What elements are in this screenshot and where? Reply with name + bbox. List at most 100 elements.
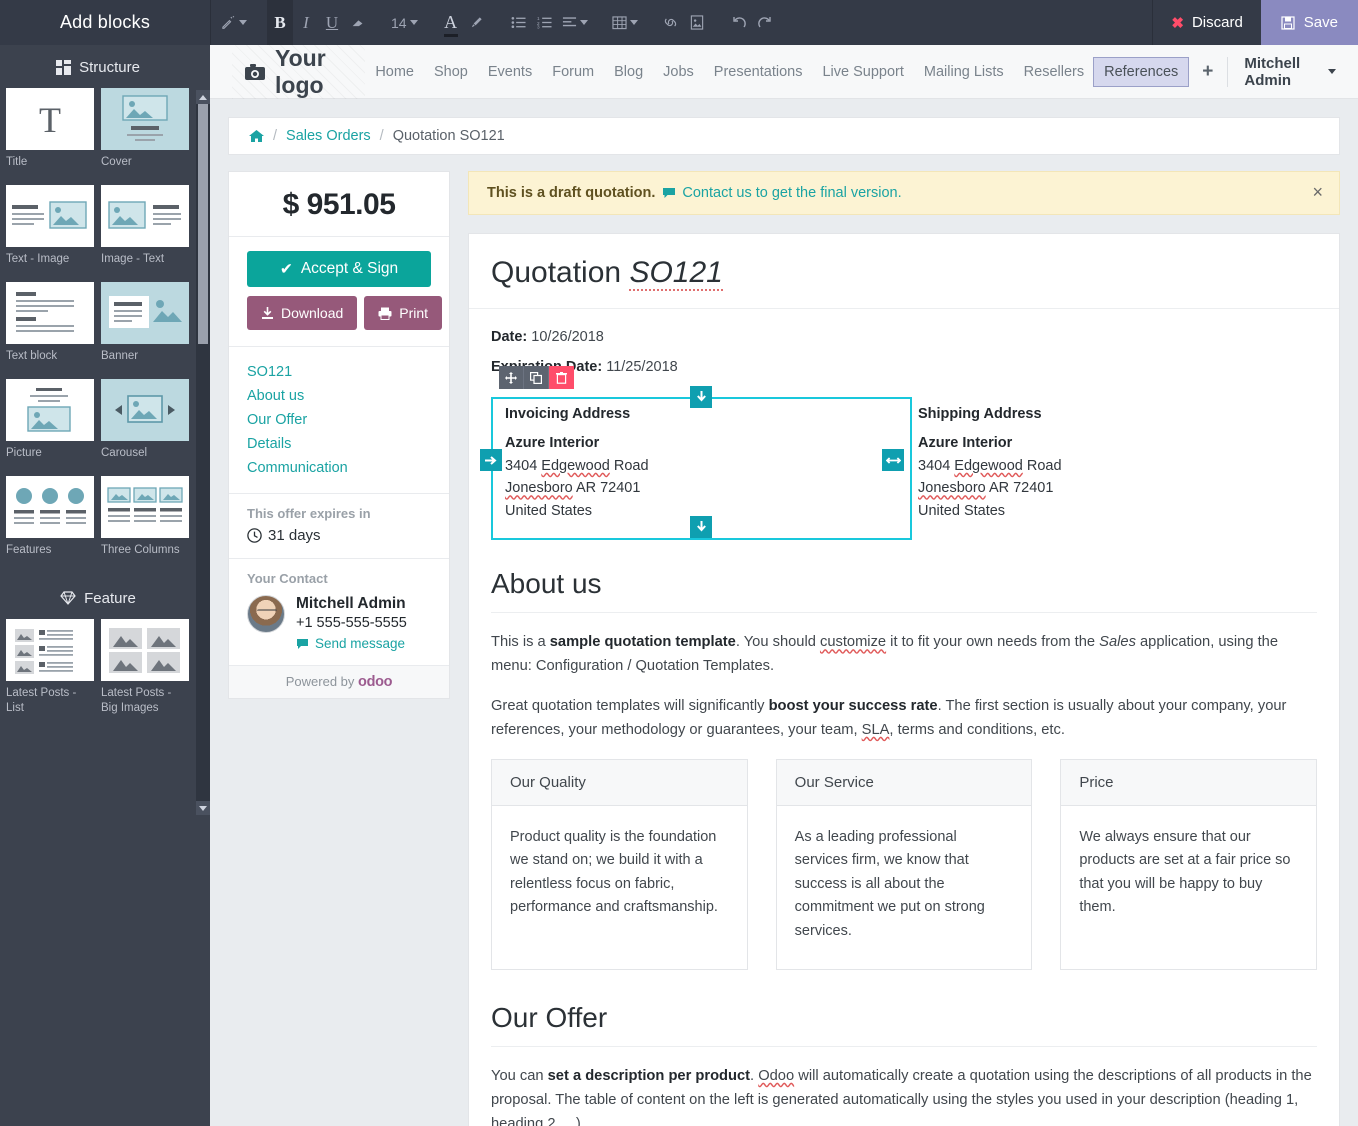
send-message-button[interactable]: Send message [296, 636, 407, 651]
bold-button[interactable]: B [267, 0, 293, 45]
nav-item-blog[interactable]: Blog [604, 58, 653, 86]
block-title[interactable]: T Title [6, 88, 94, 170]
image-icon[interactable] [684, 0, 710, 45]
feature-cards: Our Quality Product quality is the found… [491, 759, 1317, 970]
nav-item-resellers[interactable]: Resellers [1014, 58, 1094, 86]
shipping-country: United States [918, 500, 1305, 522]
block-thumbnail [101, 619, 189, 681]
block-cover[interactable]: Cover [101, 88, 189, 170]
shipping-street: 3404 Edgewood Road [918, 455, 1305, 477]
nav-item-live-support[interactable]: Live Support [812, 58, 913, 86]
add-page-button[interactable]: + [1188, 61, 1227, 83]
add-blocks-panel: Structure T Title Cover [0, 45, 210, 1126]
toc-item-details[interactable]: Details [247, 432, 431, 456]
block-picture[interactable]: Picture [6, 379, 94, 461]
quotation-body: Date: 10/26/2018 Expiration Date: 11/25/… [469, 309, 1339, 1126]
order-sidebar: $ 951.05 ✔ Accept & Sign Download [228, 171, 450, 1126]
block-thumbnail [6, 185, 94, 247]
block-features[interactable]: Features [6, 476, 94, 558]
save-button[interactable]: Save [1261, 0, 1358, 45]
site-logo[interactable]: Your logo [232, 45, 365, 99]
editor-top-bar: Add blocks B I U 14 A 123 [0, 0, 1358, 45]
align-left-icon[interactable] [558, 0, 592, 45]
move-icon[interactable] [499, 366, 524, 389]
breadcrumb-item-current: Quotation SO121 [393, 128, 505, 144]
arrow-down-icon[interactable] [690, 386, 712, 408]
page-title: Quotation SO121 [491, 256, 1317, 290]
underline-button[interactable]: U [319, 0, 345, 45]
toc-item-about-us[interactable]: About us [247, 384, 431, 408]
send-message-label: Send message [315, 636, 405, 651]
arrow-down-icon[interactable] [690, 516, 712, 538]
shipping-address-heading: Shipping Address [918, 403, 1305, 425]
undo-icon[interactable] [726, 0, 752, 45]
nav-item-jobs[interactable]: Jobs [653, 58, 704, 86]
expiration-value-row: 31 days [247, 527, 431, 544]
block-label: Carousel [101, 446, 189, 461]
toc-item-our-offer[interactable]: Our Offer [247, 408, 431, 432]
user-menu[interactable]: Mitchell Admin [1227, 57, 1336, 87]
arrows-horizontal-icon[interactable] [882, 449, 904, 471]
nav-item-shop[interactable]: Shop [424, 58, 478, 86]
chevron-down-icon [239, 20, 247, 25]
toc-item-so121[interactable]: SO121 [247, 360, 431, 384]
block-label: Text - Image [6, 252, 94, 267]
close-icon[interactable]: × [1312, 182, 1323, 203]
clone-icon[interactable] [524, 366, 549, 389]
block-label: Latest Posts - Big Images [101, 686, 189, 716]
block-text-image[interactable]: Text - Image [6, 185, 94, 267]
block-label: Features [6, 543, 94, 558]
date-label: Date: [491, 329, 527, 345]
nav-item-forum[interactable]: Forum [542, 58, 604, 86]
block-thumbnail [6, 619, 94, 681]
scrollbar-thumb[interactable] [198, 104, 208, 344]
nav-item-home[interactable]: Home [365, 58, 424, 86]
scroll-up-arrow[interactable] [196, 90, 210, 104]
structure-blocks-grid: T Title Cover Text - Image [0, 88, 196, 558]
feature-card-title: Price [1061, 760, 1316, 806]
nav-item-presentations[interactable]: Presentations [704, 58, 813, 86]
blocks-panel-scrollbar[interactable] [196, 90, 210, 815]
font-size-value: 14 [391, 15, 407, 31]
block-latest-posts-list[interactable]: Latest Posts - List [6, 619, 94, 716]
print-button[interactable]: Print [364, 296, 442, 330]
block-text-block[interactable]: Text block [6, 282, 94, 364]
style-picker-button[interactable] [217, 0, 251, 45]
eraser-icon[interactable] [345, 0, 371, 45]
block-carousel[interactable]: Carousel [101, 379, 189, 461]
text-color-letter: A [444, 12, 457, 33]
shipping-address[interactable]: Shipping Address Azure Interior 3404 Edg… [904, 389, 1317, 538]
arrow-right-icon[interactable] [480, 449, 502, 471]
redo-icon[interactable] [752, 0, 778, 45]
diamond-icon [60, 591, 76, 605]
block-label: Picture [6, 446, 94, 461]
block-latest-posts-big-images[interactable]: Latest Posts - Big Images [101, 619, 189, 716]
scroll-down-arrow[interactable] [196, 801, 210, 815]
font-size-dropdown[interactable]: 14 [387, 0, 422, 45]
nav-item-references[interactable]: References [1094, 58, 1188, 86]
quotation-title-prefix: Quotation [491, 256, 621, 289]
invoicing-city: Jonesboro AR 72401 [505, 477, 892, 499]
list-ol-icon[interactable]: 123 [532, 0, 558, 45]
alert-contact-link[interactable]: Contact us to get the final version. [682, 185, 901, 201]
toc-item-communication[interactable]: Communication [247, 456, 431, 480]
breadcrumb-item-sales-orders[interactable]: Sales Orders [286, 128, 371, 144]
paint-brush-icon[interactable] [464, 0, 490, 45]
table-icon[interactable] [608, 0, 642, 45]
nav-item-mailing-lists[interactable]: Mailing Lists [914, 58, 1014, 86]
download-label: Download [281, 305, 343, 321]
block-image-text[interactable]: Image - Text [101, 185, 189, 267]
link-icon[interactable] [658, 0, 684, 45]
trash-icon[interactable] [549, 366, 574, 389]
nav-item-events[interactable]: Events [478, 58, 542, 86]
user-name: Mitchell Admin [1244, 55, 1319, 89]
download-button[interactable]: Download [247, 296, 357, 330]
list-ul-icon[interactable] [506, 0, 532, 45]
italic-button[interactable]: I [293, 0, 319, 45]
home-icon[interactable] [249, 129, 264, 143]
text-color-button[interactable]: A [438, 0, 464, 45]
discard-button[interactable]: ✖ Discard [1152, 0, 1260, 45]
accept-and-sign-button[interactable]: ✔ Accept & Sign [247, 251, 431, 287]
block-three-columns[interactable]: Three Columns [101, 476, 189, 558]
block-banner[interactable]: Banner [101, 282, 189, 364]
